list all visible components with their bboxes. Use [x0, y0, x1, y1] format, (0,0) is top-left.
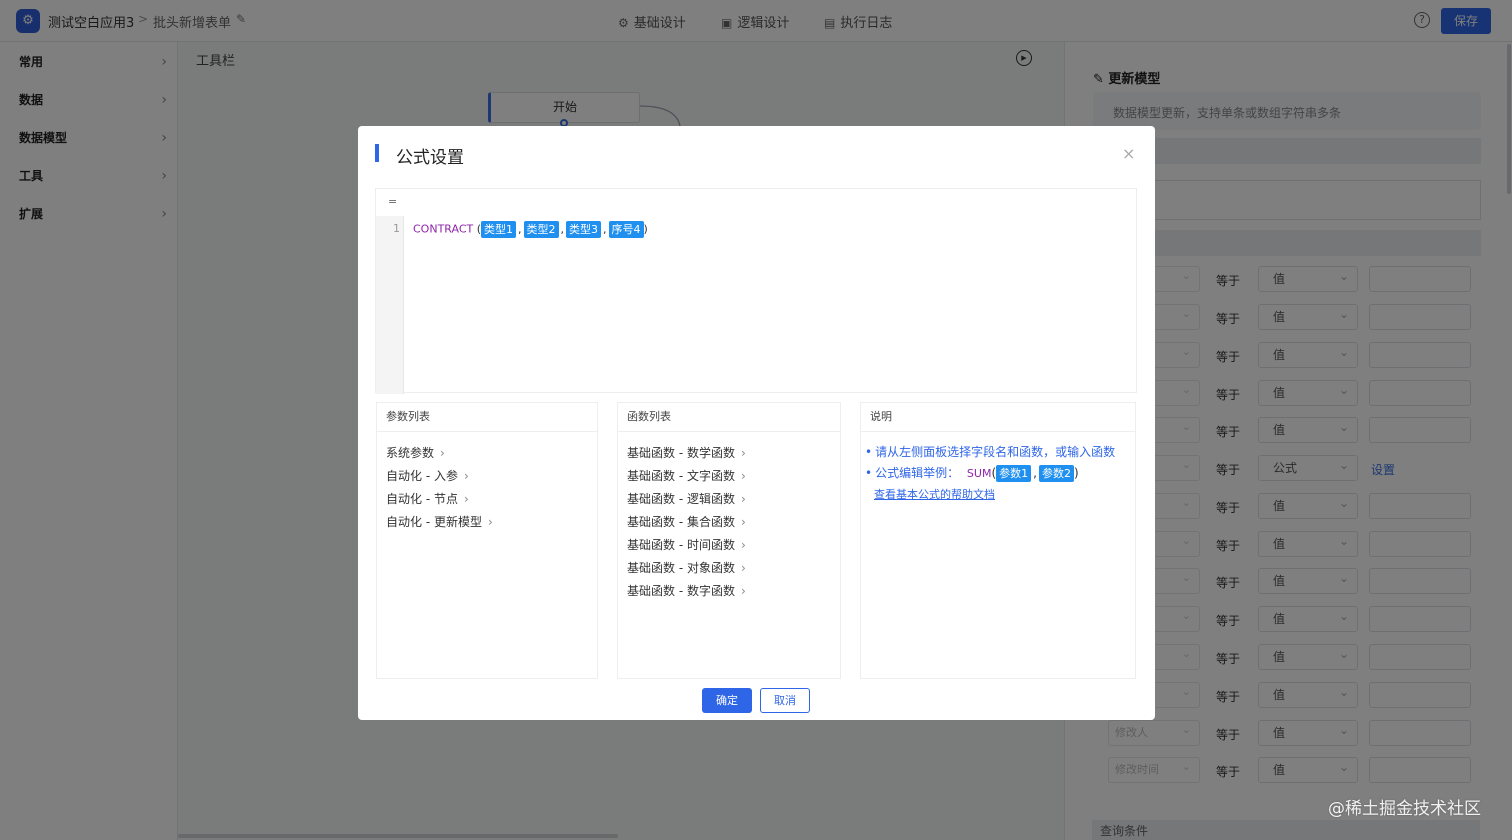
- list-item-label: 基础函数 - 对象函数: [627, 561, 735, 575]
- list-item-label: 基础函数 - 逻辑函数: [627, 492, 735, 506]
- chevron-right-icon: ›: [463, 492, 469, 506]
- list-item-label: 自动化 - 节点: [386, 492, 458, 506]
- help-pane: 说明 • 请从左侧面板选择字段名和函数，或输入函数 • 公式编辑举例： SUM(参数…: [860, 402, 1136, 679]
- bullet: •: [865, 466, 873, 480]
- list-item-label: 系统参数: [386, 446, 435, 460]
- param-tag[interactable]: 序号4: [608, 221, 644, 238]
- comma: ,: [1033, 466, 1037, 480]
- example-param-tag: 参数2: [1038, 465, 1074, 482]
- chevron-right-icon: ›: [740, 515, 746, 529]
- chevron-right-icon: ›: [440, 446, 445, 460]
- chevron-right-icon: ›: [740, 469, 746, 483]
- params-list-pane: 参数列表 系统参数 › 自动化 - 入参 › 自动化 - 节点 › 自动化 - 更新模…: [376, 402, 598, 679]
- help-text-2: • 公式编辑举例： SUM(参数1, 参数2): [865, 464, 1079, 482]
- close-paren: ): [1073, 466, 1079, 480]
- comma: ,: [518, 222, 522, 236]
- bullet: •: [865, 445, 873, 459]
- pane-title: 说明: [861, 403, 1135, 432]
- list-item-label: 基础函数 - 数学函数: [627, 446, 735, 460]
- function-name: CONTRACT: [413, 222, 474, 236]
- example-param-tag: 参数1: [996, 465, 1032, 482]
- list-item[interactable]: 基础函数 - 集合函数 ›: [627, 513, 746, 530]
- line-number: 1: [393, 222, 400, 235]
- chevron-right-icon: ›: [463, 469, 469, 483]
- help-text: 请从左侧面板选择字段名和函数，或输入函数: [875, 445, 1116, 459]
- watermark: @稀土掘金技术社区: [1328, 799, 1481, 819]
- list-item[interactable]: 基础函数 - 时间函数 ›: [627, 536, 746, 553]
- list-item[interactable]: 基础函数 - 对象函数 ›: [627, 559, 746, 576]
- list-item[interactable]: 系统参数 ›: [386, 444, 445, 461]
- list-item-label: 基础函数 - 时间函数: [627, 538, 735, 552]
- confirm-button[interactable]: 确定: [702, 688, 752, 713]
- list-item-label: 自动化 - 更新模型: [386, 515, 482, 529]
- help-text-1: • 请从左侧面板选择字段名和函数，或输入函数: [865, 443, 1115, 460]
- chevron-right-icon: ›: [487, 515, 493, 529]
- pane-title: 参数列表: [377, 403, 597, 432]
- list-item[interactable]: 基础函数 - 逻辑函数 ›: [627, 490, 746, 507]
- dialog-title: 公式设置: [396, 148, 464, 168]
- example-function-name: SUM: [966, 467, 992, 480]
- list-item-label: 基础函数 - 文字函数: [627, 469, 735, 483]
- list-item[interactable]: 基础函数 - 数字函数 ›: [627, 582, 746, 599]
- functions-list-pane: 函数列表 基础函数 - 数学函数 › 基础函数 - 文字函数 › 基础函数 - 逻辑…: [617, 402, 841, 679]
- chevron-right-icon: ›: [740, 538, 746, 552]
- param-tag[interactable]: 类型2: [523, 221, 559, 238]
- comma: ,: [603, 222, 607, 236]
- list-item[interactable]: 基础函数 - 文字函数 ›: [627, 467, 746, 484]
- param-tag[interactable]: 类型1: [481, 221, 517, 238]
- list-item-label: 自动化 - 入参: [386, 469, 458, 483]
- chevron-right-icon: ›: [740, 492, 746, 506]
- help-doc-link[interactable]: 查看基本公式的帮助文档: [874, 486, 995, 502]
- formula-code-line[interactable]: CONTRACT (类型1, 类型2, 类型3, 序号4): [413, 221, 648, 238]
- list-item-label: 基础函数 - 数字函数: [627, 584, 735, 598]
- close-paren: ): [643, 222, 648, 236]
- cancel-button[interactable]: 取消: [760, 688, 810, 713]
- line-gutter: [376, 216, 404, 394]
- list-item-label: 基础函数 - 集合函数: [627, 515, 735, 529]
- formula-settings-dialog: 公式设置 × = 1 CONTRACT (类型1, 类型2, 类型3, 序号4) 参数…: [358, 126, 1155, 720]
- pane-title: 函数列表: [618, 403, 840, 432]
- help-text: 公式编辑举例：: [875, 466, 960, 480]
- list-item[interactable]: 自动化 - 更新模型 ›: [386, 513, 493, 530]
- chevron-right-icon: ›: [740, 584, 746, 598]
- comma: ,: [560, 222, 565, 236]
- title-accent-bar: [375, 144, 379, 162]
- equals-sign: =: [388, 195, 398, 208]
- formula-editor[interactable]: = 1 CONTRACT (类型1, 类型2, 类型3, 序号4): [375, 188, 1137, 394]
- chevron-right-icon: ›: [740, 561, 746, 575]
- list-item[interactable]: 基础函数 - 数学函数 ›: [627, 444, 746, 461]
- param-tag[interactable]: 类型3: [566, 221, 602, 238]
- chevron-right-icon: ›: [740, 446, 746, 460]
- list-item[interactable]: 自动化 - 入参 ›: [386, 467, 469, 484]
- close-icon[interactable]: ×: [1122, 144, 1135, 163]
- list-item[interactable]: 自动化 - 节点 ›: [386, 490, 469, 507]
